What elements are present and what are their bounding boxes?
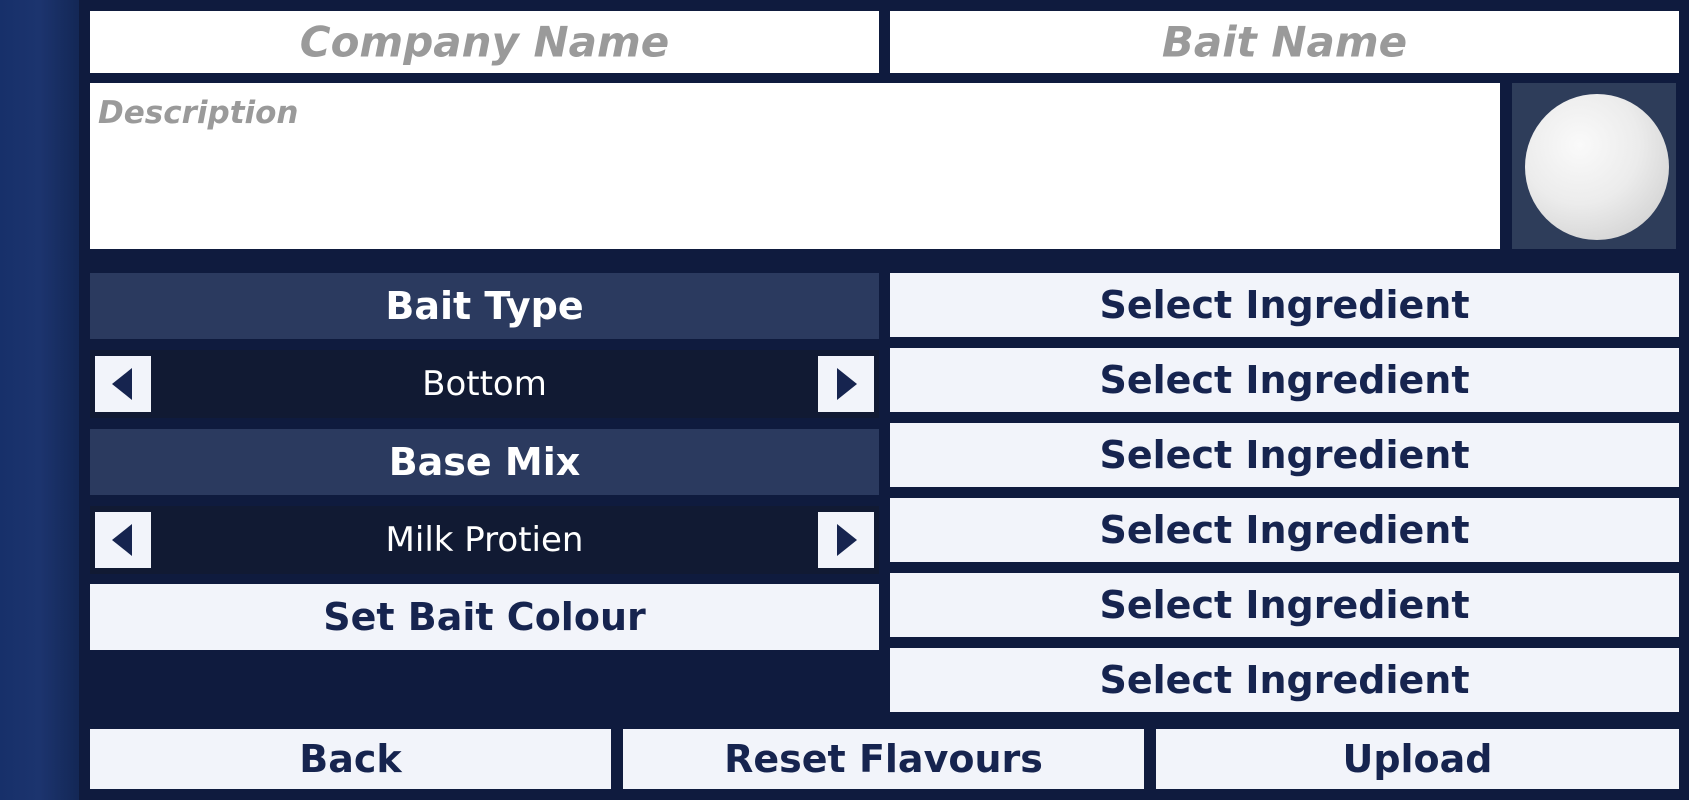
base-mix-selector: Milk Protien — [90, 506, 879, 574]
set-bait-colour-button[interactable]: Set Bait Colour — [90, 584, 879, 650]
bait-name-placeholder: Bait Name — [1161, 17, 1408, 67]
bait-name-input[interactable]: Bait Name — [890, 11, 1679, 73]
bait-editor-panel: Company Name Bait Name Description Bait … — [79, 0, 1689, 800]
bait-ball-image — [1525, 94, 1669, 240]
bait-type-next-button[interactable] — [818, 356, 874, 412]
bait-type-header: Bait Type — [90, 273, 879, 339]
select-ingredient-button-1[interactable]: Select Ingredient — [890, 273, 1679, 337]
base-mix-prev-button[interactable] — [95, 512, 151, 568]
bait-type-prev-button[interactable] — [95, 356, 151, 412]
base-mix-next-button[interactable] — [818, 512, 874, 568]
bait-type-selector: Bottom — [90, 350, 879, 418]
base-mix-header: Base Mix — [90, 429, 879, 495]
back-button[interactable]: Back — [90, 729, 611, 789]
description-placeholder: Description — [98, 95, 299, 131]
background — [0, 0, 80, 800]
reset-flavours-button[interactable]: Reset Flavours — [623, 729, 1144, 789]
select-ingredient-button-6[interactable]: Select Ingredient — [890, 648, 1679, 712]
select-ingredient-button-3[interactable]: Select Ingredient — [890, 423, 1679, 487]
company-name-input[interactable]: Company Name — [90, 11, 879, 73]
chevron-right-icon — [837, 524, 857, 556]
bait-type-value: Bottom — [422, 364, 547, 404]
base-mix-value: Milk Protien — [385, 520, 584, 560]
upload-button[interactable]: Upload — [1156, 729, 1679, 789]
company-name-placeholder: Company Name — [299, 17, 670, 67]
chevron-right-icon — [837, 368, 857, 400]
select-ingredient-button-4[interactable]: Select Ingredient — [890, 498, 1679, 562]
chevron-left-icon — [112, 368, 132, 400]
bait-preview — [1512, 83, 1676, 249]
chevron-left-icon — [112, 524, 132, 556]
select-ingredient-button-2[interactable]: Select Ingredient — [890, 348, 1679, 412]
select-ingredient-button-5[interactable]: Select Ingredient — [890, 573, 1679, 637]
description-textarea[interactable]: Description — [90, 83, 1500, 249]
